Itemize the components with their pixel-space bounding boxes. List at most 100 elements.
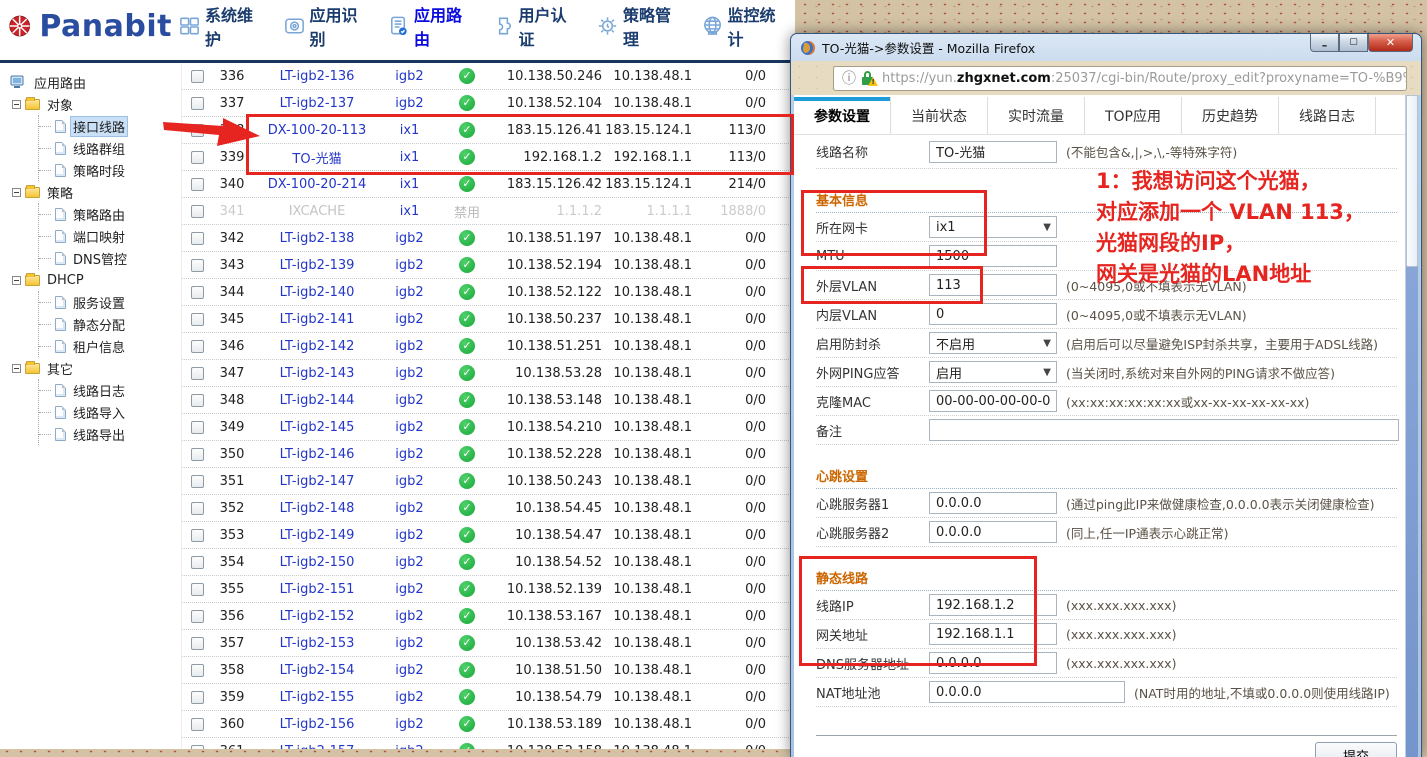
row-checkbox[interactable] [191,70,204,83]
cell-interface-link[interactable]: igb2 [382,609,437,624]
row-checkbox[interactable] [191,421,204,434]
cell-line-name-link[interactable]: LT-igb2-149 [252,528,382,543]
tree-node-DHCP[interactable]: DHCP [12,269,181,291]
cell-interface-link[interactable]: igb2 [382,582,437,597]
row-checkbox[interactable] [191,502,204,515]
menu-item-应用识别[interactable]: 应用识别 [277,0,378,54]
input-线路名称[interactable] [929,141,1057,163]
tree-leaf-服务设置[interactable]: 服务设置 [39,291,181,313]
input-MTU[interactable] [929,245,1057,267]
tab-历史趋势[interactable]: 历史趋势 [1182,97,1279,134]
cell-interface-link[interactable]: igb2 [382,636,437,651]
row-checkbox[interactable] [191,691,204,704]
cell-line-name-link[interactable]: TO-光猫 [252,148,382,167]
cell-line-name-link[interactable]: LT-igb2-155 [252,690,382,705]
row-checkbox[interactable] [191,583,204,596]
tree-leaf-策略路由[interactable]: 策略路由 [39,203,181,225]
row-checkbox[interactable] [191,475,204,488]
menu-item-策略管理[interactable]: 策略管理 [590,0,691,54]
tab-当前状态[interactable]: 当前状态 [891,97,988,134]
cell-line-name-link[interactable]: LT-igb2-140 [252,285,382,300]
cell-interface-link[interactable]: igb2 [382,285,437,300]
tab-实时流量[interactable]: 实时流量 [988,97,1085,134]
cell-interface-link[interactable]: igb2 [382,339,437,354]
row-checkbox[interactable] [191,205,204,218]
scrollbar-track[interactable] [1405,95,1418,757]
row-checkbox[interactable] [191,340,204,353]
row-checkbox[interactable] [191,178,204,191]
tree-node-策略[interactable]: 策略 [12,181,181,203]
cell-line-name-link[interactable]: LT-igb2-145 [252,420,382,435]
cell-interface-link[interactable]: igb2 [382,69,437,84]
submit-button[interactable]: 提交 [1315,742,1397,757]
cell-interface-link[interactable]: ix1 [382,150,437,165]
cell-interface-link[interactable]: igb2 [382,366,437,381]
url-bar[interactable]: ⓘ https://yun.zhgxnet.com:25037/cgi-bin/… [833,66,1407,91]
cell-interface-link[interactable]: igb2 [382,474,437,489]
cell-line-name-link[interactable]: LT-igb2-141 [252,312,382,327]
collapse-icon[interactable] [12,364,21,373]
cell-line-name-link[interactable]: IXCACHE [252,204,382,219]
tree-leaf-label[interactable]: 线路导出 [70,424,128,445]
cell-interface-link[interactable]: igb2 [382,447,437,462]
cell-interface-link[interactable]: ix1 [382,177,437,192]
select-外网PING应答[interactable]: 启用▼ [929,361,1057,383]
row-checkbox[interactable] [191,637,204,650]
cell-interface-link[interactable]: igb2 [382,231,437,246]
cell-line-name-link[interactable]: LT-igb2-156 [252,717,382,732]
tree-leaf-label[interactable]: DNS管控 [70,248,130,269]
row-checkbox[interactable] [191,232,204,245]
row-checkbox[interactable] [191,448,204,461]
row-checkbox[interactable] [191,394,204,407]
cell-interface-link[interactable]: igb2 [382,744,437,750]
mixed-content-lock-icon[interactable] [862,71,876,85]
cell-line-name-link[interactable]: LT-igb2-150 [252,555,382,570]
cell-line-name-link[interactable]: DX-100-20-113 [252,123,382,138]
row-checkbox[interactable] [191,664,204,677]
input-备注[interactable] [929,419,1399,441]
tree-leaf-label[interactable]: 租户信息 [70,336,128,357]
tree-leaf-label[interactable]: 策略时段 [70,160,128,181]
input-心跳服务器1[interactable] [929,492,1057,514]
cell-line-name-link[interactable]: LT-igb2-152 [252,609,382,624]
tab-TOP应用[interactable]: TOP应用 [1085,97,1182,134]
tree-node-label[interactable]: 其它 [44,358,76,379]
tree-leaf-线路导入[interactable]: 线路导入 [39,401,181,423]
cell-line-name-link[interactable]: LT-igb2-137 [252,96,382,111]
page-info-icon[interactable]: ⓘ [842,68,856,88]
cell-line-name-link[interactable]: LT-igb2-136 [252,69,382,84]
cell-line-name-link[interactable]: LT-igb2-142 [252,339,382,354]
cell-interface-link[interactable]: igb2 [382,96,437,111]
tree-leaf-label[interactable]: 静态分配 [70,314,128,335]
maximize-button[interactable]: ▢ [1339,34,1368,52]
close-button[interactable]: ✕ [1368,34,1413,52]
row-checkbox[interactable] [191,745,204,750]
minimize-button[interactable]: – [1310,34,1339,52]
tree-leaf-端口映射[interactable]: 端口映射 [39,225,181,247]
input-NAT地址池[interactable] [929,681,1125,703]
select-所在网卡[interactable]: ix1▼ [929,216,1057,238]
sidebar-root[interactable]: 应用路由 [10,71,181,93]
input-心跳服务器2[interactable] [929,521,1057,543]
row-checkbox[interactable] [191,97,204,110]
tab-线路日志[interactable]: 线路日志 [1279,97,1376,134]
row-checkbox[interactable] [191,556,204,569]
input-线路IP[interactable] [929,594,1057,616]
cell-line-name-link[interactable]: LT-igb2-151 [252,582,382,597]
cell-interface-link[interactable]: igb2 [382,555,437,570]
tree-leaf-label[interactable]: 服务设置 [70,292,128,313]
cell-line-name-link[interactable]: LT-igb2-148 [252,501,382,516]
cell-interface-link[interactable]: igb2 [382,393,437,408]
row-checkbox[interactable] [191,124,204,137]
cell-interface-link[interactable]: igb2 [382,717,437,732]
cell-interface-link[interactable]: ix1 [382,204,437,219]
row-checkbox[interactable] [191,610,204,623]
tree-leaf-label[interactable]: 策略路由 [70,204,128,225]
cell-interface-link[interactable]: igb2 [382,312,437,327]
cell-interface-link[interactable]: igb2 [382,501,437,516]
tree-leaf-租户信息[interactable]: 租户信息 [39,335,181,357]
input-外层VLAN[interactable] [929,274,1057,296]
firefox-titlebar[interactable]: TO-光猫->参数设置 - Mozilla Firefox – ▢ ✕ [791,34,1421,61]
cell-line-name-link[interactable]: LT-igb2-143 [252,366,382,381]
input-DNS服务器地址[interactable] [929,652,1057,674]
